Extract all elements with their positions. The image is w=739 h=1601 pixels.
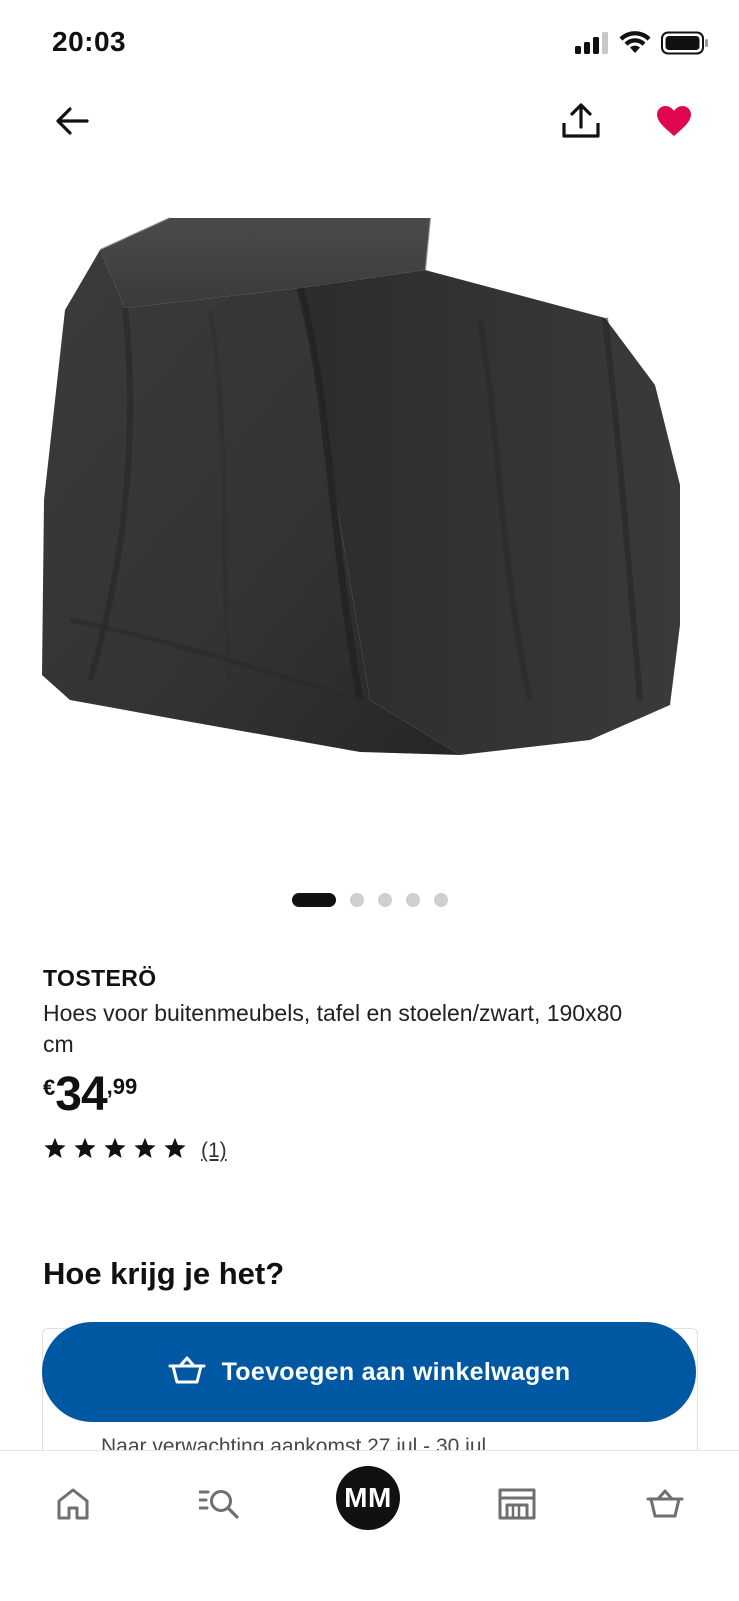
- avatar: MM: [336, 1466, 400, 1530]
- star-icon: [163, 1137, 187, 1165]
- cart-icon: [646, 1488, 684, 1525]
- price-decimal: ,99: [106, 1074, 138, 1099]
- home-icon: [56, 1488, 90, 1525]
- star-rating: [43, 1137, 187, 1165]
- back-arrow-icon: [55, 106, 89, 141]
- star-icon: [133, 1137, 157, 1165]
- share-button[interactable]: [553, 95, 609, 151]
- tab-search[interactable]: [186, 1471, 256, 1541]
- wifi-icon: [619, 30, 651, 60]
- product-description: Hoes voor buitenmeubels, tafel en stoele…: [43, 1000, 623, 1057]
- product-name: TOSTERÖ: [43, 965, 157, 991]
- basket-icon: [168, 1355, 206, 1390]
- favorite-button[interactable]: [646, 95, 702, 151]
- tab-cart[interactable]: [630, 1471, 700, 1541]
- search-icon: [198, 1488, 243, 1525]
- battery-icon: [661, 31, 709, 60]
- add-to-cart-button[interactable]: Toevoegen aan winkelwagen: [42, 1322, 696, 1422]
- delivery-section-title: Hoe krijg je het?: [43, 1256, 285, 1291]
- share-icon: [561, 102, 601, 145]
- star-icon: [43, 1137, 67, 1165]
- star-icon: [73, 1137, 97, 1165]
- carousel-dot[interactable]: [405, 893, 420, 907]
- furniture-cover-image: [42, 217, 680, 755]
- product-image[interactable]: [30, 200, 710, 780]
- star-icon: [103, 1137, 127, 1165]
- heart-icon: [656, 105, 692, 142]
- status-time: 20:03: [52, 26, 127, 57]
- carousel-dot[interactable]: [291, 893, 336, 907]
- status-icons: [575, 30, 709, 60]
- add-to-cart-label: Toevoegen aan winkelwagen: [221, 1357, 571, 1386]
- back-button[interactable]: [44, 95, 100, 151]
- cellular-signal-icon: [575, 31, 609, 59]
- carousel-dot[interactable]: [433, 893, 448, 907]
- price: € 34 ,99: [43, 1068, 703, 1124]
- image-carousel-dots: [0, 890, 739, 910]
- product-info: TOSTERÖ Hoes voor buitenmeubels, tafel e…: [43, 965, 703, 1166]
- status-bar: 20:03: [0, 0, 739, 88]
- price-currency: €: [43, 1075, 56, 1100]
- bottom-tab-bar: MM: [0, 1450, 739, 1601]
- rating[interactable]: (1): [43, 1136, 703, 1166]
- store-icon: [498, 1488, 536, 1525]
- carousel-dot[interactable]: [377, 893, 392, 907]
- top-nav: [0, 95, 739, 155]
- review-count-link[interactable]: (1): [201, 1139, 227, 1163]
- tab-stores[interactable]: [482, 1471, 552, 1541]
- price-main: 34: [55, 1068, 107, 1121]
- carousel-dot[interactable]: [349, 893, 364, 907]
- tab-profile[interactable]: MM: [333, 1463, 403, 1533]
- tab-home[interactable]: [38, 1471, 108, 1541]
